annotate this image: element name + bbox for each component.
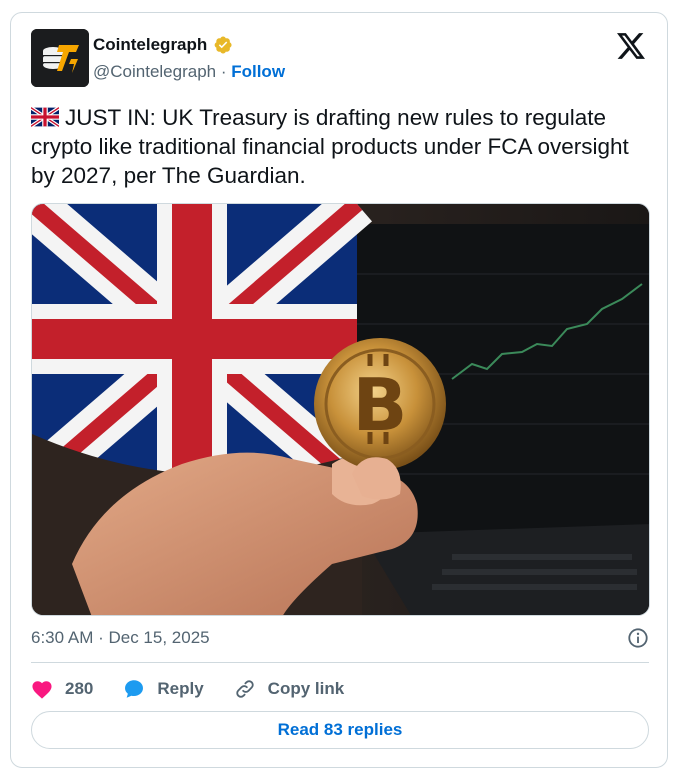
like-count: 280 [65,679,94,698]
info-icon[interactable] [627,627,649,649]
reply-label: Reply [157,679,204,698]
tweet-timestamp[interactable]: 6:30 AM · Dec 15, 2025 [31,628,210,648]
author-display-name[interactable]: Cointelegraph [93,35,207,55]
tweet-media[interactable]: B [31,203,650,616]
author-handle[interactable]: @Cointelegraph [93,62,216,81]
uk-flag-emoji-icon [31,107,59,127]
tweet-card: Cointelegraph @Cointelegraph · Follow JU… [10,12,668,768]
tweet-body: JUST IN: UK Treasury is drafting new rul… [31,103,651,190]
tweet-text: JUST IN: UK Treasury is drafting new rul… [31,105,629,188]
author-handle-row: @Cointelegraph · Follow [93,62,285,82]
follow-button[interactable]: Follow [231,62,285,81]
verified-badge-icon [214,36,232,54]
reply-bubble-icon [125,680,144,698]
author-name-row: Cointelegraph [93,35,233,55]
read-replies-label: Read 83 replies [277,720,403,739]
divider [31,662,649,663]
bitcoin-coin-image-icon: B [32,204,649,615]
tweet-meta-row: 6:30 AM · Dec 15, 2025 [31,626,649,650]
author-avatar[interactable] [31,29,89,87]
x-logo-icon[interactable] [617,33,645,59]
copy-link-label: Copy link [267,679,345,698]
reply-button[interactable]: Reply [123,678,204,700]
copy-link-button[interactable]: Copy link [234,678,345,700]
heart-icon [32,681,52,699]
handle-separator: · [216,62,232,81]
link-icon [235,680,254,698]
read-replies-button[interactable]: Read 83 replies [31,711,649,749]
tweet-actions: 280 Reply Copy link [31,675,374,703]
like-button[interactable]: 280 [31,679,93,699]
svg-text:B: B [353,363,408,447]
cointelegraph-logo-icon [31,29,89,87]
